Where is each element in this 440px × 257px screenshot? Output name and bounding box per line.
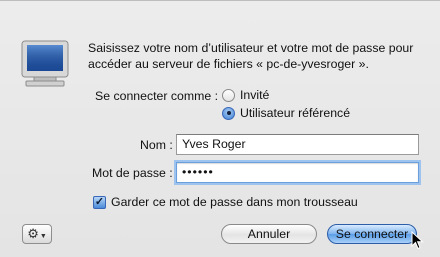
cancel-button[interactable]: Annuler: [221, 224, 317, 244]
connect-as-label: Se connecter comme :: [95, 89, 219, 103]
mouse-cursor-icon: [411, 231, 424, 250]
keychain-checkbox[interactable]: ✓ Garder ce mot de passe dans mon trouss…: [93, 195, 358, 209]
actions-menu-button[interactable]: ⚙ ▼: [22, 224, 52, 244]
dialog-message: Saisissez votre nom d’utilisateur et vot…: [88, 41, 414, 71]
connect-dialog: Saisissez votre nom d’utilisateur et vot…: [0, 0, 440, 257]
radio-button-selected[interactable]: [222, 106, 235, 120]
keychain-checkbox-label: Garder ce mot de passe dans mon troussea…: [111, 195, 358, 209]
radio-button[interactable]: [222, 88, 235, 102]
chevron-down-icon: ▼: [39, 232, 47, 240]
password-label: Mot de passe :: [92, 166, 173, 180]
radio-guest[interactable]: Invité: [222, 88, 269, 102]
radio-guest-label: Invité: [240, 88, 270, 102]
computer-icon: [21, 40, 69, 87]
gear-icon: ⚙: [27, 226, 39, 241]
checkbox-checked-icon[interactable]: ✓: [93, 195, 106, 209]
connect-button[interactable]: Se connecter: [327, 224, 417, 244]
radio-registered-user-label: Utilisateur référencé: [240, 106, 351, 120]
radio-registered-user[interactable]: Utilisateur référencé: [222, 106, 350, 120]
name-label: Nom :: [140, 138, 173, 152]
password-field[interactable]: ••••••: [176, 162, 419, 183]
name-field[interactable]: Yves Roger: [176, 134, 419, 155]
